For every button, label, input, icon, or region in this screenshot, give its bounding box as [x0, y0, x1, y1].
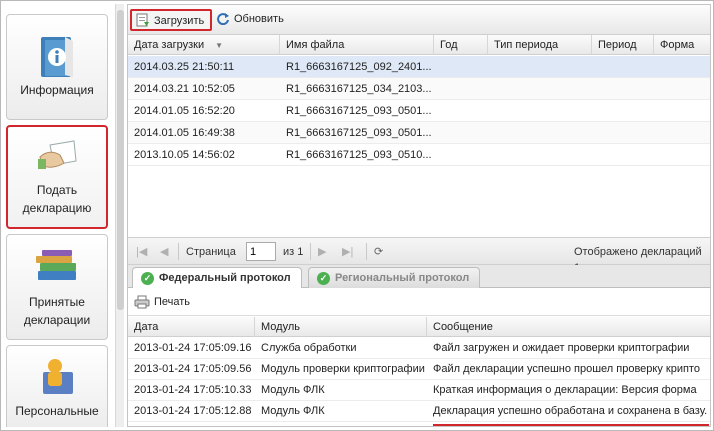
cell-file-name: R1_6663167125_034_2103... — [286, 83, 432, 95]
column-header-year[interactable]: Год — [434, 35, 488, 55]
pagination-bar: |◀ ◀ Страница из 1 ▶ ▶| ⟳ Отображено дек… — [128, 237, 710, 274]
cell-module: Служба обработки — [261, 342, 357, 354]
nav-item-accepted-declarations[interactable]: Принятые декларации — [6, 234, 108, 340]
load-button-label: Загрузить — [154, 15, 205, 27]
cell-module: Модуль ФЛК — [261, 405, 325, 417]
check-circle-icon: ✓ — [317, 272, 330, 285]
pager-divider — [310, 243, 311, 260]
table-row[interactable]: 2013-01-24 17:05:10.33 Модуль ФЛК Кратка… — [128, 380, 710, 401]
nav-item-information[interactable]: Информация — [6, 14, 108, 120]
declarations-header: Дата загрузки ▼ Имя файла Год Тип период… — [128, 35, 710, 55]
last-page-icon[interactable]: ▶| — [342, 244, 353, 260]
column-header-module[interactable]: Модуль — [255, 317, 427, 337]
table-row[interactable]: 2014.01.05 16:52:20 R1_6663167125_093_05… — [128, 100, 710, 122]
column-header-upload-date[interactable]: Дата загрузки ▼ — [128, 35, 280, 55]
cell-upload-date: 2014.01.05 16:49:38 — [134, 127, 235, 139]
printer-icon — [134, 295, 150, 309]
column-header-period[interactable]: Период — [592, 35, 654, 55]
cell-date: 2013-01-24 17:05:12.88 — [134, 405, 252, 417]
declarations-list: 2014.03.25 21:50:11 R1_6663167125_092_24… — [128, 56, 710, 236]
table-row[interactable]: 2014.03.21 10:52:05 R1_6663167125_034_21… — [128, 78, 710, 100]
table-row[interactable]: 2013-01-24 17:05:09.56 Модуль проверки к… — [128, 359, 710, 380]
cell-upload-date: 2014.01.05 16:52:20 — [134, 105, 235, 117]
upload-file-icon — [136, 13, 149, 27]
prev-page-icon[interactable]: ◀ — [160, 244, 168, 260]
hand-paper-icon — [38, 140, 77, 169]
page-count-label: из 1 — [283, 246, 304, 258]
table-row[interactable]: 2014.01.05 16:49:38 R1_6663167125_093_05… — [128, 122, 710, 144]
first-page-icon[interactable]: |◀ — [136, 244, 147, 260]
cell-message: Файл декларации успешно прошел проверку … — [433, 363, 700, 375]
table-row[interactable]: 2013-01-24 17:05:12.88 Модуль ФЛК Деклар… — [128, 401, 710, 422]
nav-item-personal[interactable]: Персональные — [6, 345, 108, 427]
cell-upload-date: 2014.03.21 10:52:05 — [134, 83, 235, 95]
refresh-icon — [217, 13, 229, 25]
cell-module: Модуль проверки криптографии — [261, 363, 425, 375]
success-message-underline — [433, 424, 709, 426]
print-button[interactable]: Печать — [132, 293, 190, 311]
pager-refresh-icon[interactable]: ⟳ — [374, 244, 383, 260]
refresh-button[interactable]: Обновить — [212, 9, 290, 31]
column-header-message[interactable]: Сообщение — [427, 317, 710, 337]
cell-upload-date: 2013.10.05 14:56:02 — [134, 149, 235, 161]
nav-item-label: Принятые декларации — [23, 295, 91, 327]
cell-file-name: R1_6663167125_093_0501... — [286, 105, 432, 117]
person-book-icon — [43, 359, 73, 394]
left-nav: Информация Подать декларацию Принятые де… — [4, 4, 114, 427]
column-header-date[interactable]: Дата — [128, 317, 255, 337]
check-circle-icon: ✓ — [141, 272, 154, 285]
column-header-form[interactable]: Форма — [654, 35, 710, 55]
cell-file-name: R1_6663167125_092_2401... — [286, 61, 432, 73]
nav-item-label: Информация — [20, 83, 94, 97]
next-page-icon[interactable]: ▶ — [318, 244, 326, 260]
column-header-file-name[interactable]: Имя файла — [280, 35, 434, 55]
protocol-list: 2013-01-24 17:05:09.16 Служба обработки … — [128, 338, 710, 426]
info-book-icon — [41, 37, 73, 77]
nav-item-label: Персональные — [15, 404, 99, 418]
cell-date: 2013-01-24 17:05:09.56 — [134, 363, 252, 375]
sort-desc-icon: ▼ — [215, 41, 224, 50]
cell-module: Модуль ФЛК — [261, 384, 325, 396]
page-label: Страница — [186, 246, 236, 258]
nav-scrollbar-thumb[interactable] — [117, 10, 124, 310]
pager-divider — [178, 243, 179, 260]
protocol-toolbar: Печать — [128, 288, 710, 316]
page-number-input[interactable] — [246, 242, 276, 261]
tab-regional-protocol[interactable]: ✓ Региональный протокол — [308, 267, 481, 288]
protocol-header: Дата Модуль Сообщение — [128, 317, 710, 337]
pager-divider — [366, 243, 367, 260]
cell-file-name: R1_6663167125_093_0510... — [286, 149, 432, 161]
nav-item-label: Подать декларацию — [22, 183, 92, 215]
cell-file-name: R1_6663167125_093_0501... — [286, 127, 432, 139]
nav-scrollbar[interactable] — [115, 4, 124, 427]
cell-upload-date: 2014.03.25 21:50:11 — [134, 61, 235, 73]
table-row[interactable]: 2013-01-24 17:05:09.16 Служба обработки … — [128, 338, 710, 359]
protocol-tabs: ✓ Федеральный протокол ✓ Региональный пр… — [128, 265, 710, 289]
cell-date: 2013-01-24 17:05:09.16 — [134, 342, 252, 354]
cell-message: Декларация успешно обработана и сохранен… — [433, 405, 708, 417]
cell-message: Файл загружен и ожидает проверки криптог… — [433, 342, 690, 354]
column-header-period-type[interactable]: Тип периода — [488, 35, 592, 55]
load-button[interactable]: Загрузить — [130, 9, 213, 31]
declarations-toolbar: Загрузить Обновить — [128, 5, 710, 35]
main-panel: Загрузить Обновить Дата загрузки ▼ Имя ф… — [127, 4, 711, 427]
nav-item-submit-declaration[interactable]: Подать декларацию — [6, 125, 108, 229]
refresh-button-label: Обновить — [234, 13, 284, 25]
cell-message: Краткая информация о декларации: Версия … — [433, 384, 697, 396]
tab-federal-protocol[interactable]: ✓ Федеральный протокол — [132, 267, 302, 289]
table-row[interactable]: 2014.03.25 21:50:11 R1_6663167125_092_24… — [128, 56, 710, 78]
table-row[interactable]: 2013.10.05 14:56:02 R1_6663167125_093_05… — [128, 144, 710, 166]
books-stack-icon — [36, 250, 76, 280]
cell-date: 2013-01-24 17:05:10.33 — [134, 384, 252, 396]
